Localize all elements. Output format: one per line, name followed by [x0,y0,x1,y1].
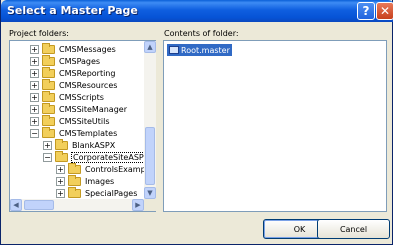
scroll-up-button[interactable]: ▲ [144,41,156,53]
folder-icon [42,126,55,138]
chevron-right-icon: ▶ [135,201,141,209]
tree-row[interactable]: + CMSScripts [30,90,105,103]
chevron-up-icon: ▲ [147,43,153,51]
tree-row[interactable]: + BlankASPX [43,138,116,151]
contents-of-folder-label: Contents of folder: [164,29,239,38]
folder-icon [42,90,55,102]
folder-icon [42,66,55,78]
tree-row-label: CMSScripts [59,92,104,102]
expand-icon[interactable]: + [56,176,65,186]
tree-row[interactable]: + CMSResources [30,78,118,91]
tree-row[interactable]: + CMSPages [30,54,101,67]
tree-row-label: BlankASPX [72,140,116,150]
tree-row-label: ControlsExamples [85,164,144,174]
scroll-right-button[interactable]: ▶ [132,199,144,211]
horizontal-scrollbar[interactable]: ◀ ▶ [10,199,144,211]
cancel-button[interactable]: Cancel [317,219,390,239]
tree-row-label: CMSMessages [59,44,116,54]
tree-row[interactable]: − CMSTemplates [30,126,118,139]
expand-icon[interactable]: + [30,92,39,102]
folder-icon [68,186,81,198]
folder-icon [42,102,55,114]
tree-row-label: CMSSiteUtils [59,116,110,126]
folder-icon [68,162,81,174]
tree-row-label: SpecialPages [85,188,138,198]
tree-row-label: CMSResources [59,80,118,90]
folder-icon [55,150,68,162]
expand-icon[interactable]: + [43,140,52,150]
tree-row-label: CMSPages [59,56,101,66]
collapse-icon[interactable]: − [43,152,52,162]
project-folders-label: Project folders: [9,29,69,38]
tree-row-label: CMSReporting [59,68,116,78]
folder-icon [68,174,81,186]
tree-row-label: CMSSiteManager [59,104,127,114]
folder-icon [42,78,55,90]
folder-contents-list[interactable]: Root.master [163,40,387,212]
vertical-scroll-thumb[interactable] [145,127,155,185]
file-item-label: Root.master [181,45,230,55]
expand-icon[interactable]: + [30,44,39,54]
tree-row[interactable]: + CMSReporting [30,66,116,79]
close-button[interactable]: ✕ [376,2,393,20]
vertical-scrollbar[interactable]: ▲ ▼ [144,41,156,199]
tree-row[interactable]: + CMSSiteUtils [30,114,111,127]
expand-icon[interactable]: + [30,56,39,66]
tree-row[interactable]: + CMSSiteManager [30,102,128,115]
master-file-icon [169,46,179,54]
close-icon: ✕ [379,4,391,18]
folder-icon [55,138,68,150]
tree-row[interactable]: − CorporateSiteASPX [43,150,144,163]
title-bar[interactable]: Select a Master Page ? ✕ [1,0,393,22]
folder-icon [42,54,55,66]
tree-row-label: CMSTemplates [59,128,118,138]
tree-row[interactable]: + CMSMessages [30,42,117,55]
chevron-down-icon: ▼ [147,189,153,197]
dialog-window: Select a Master Page ? ✕ Project folders… [0,0,393,245]
folder-icon [42,114,55,126]
expand-icon[interactable]: + [30,68,39,78]
file-item-root-master[interactable]: Root.master [167,44,232,56]
help-button[interactable]: ? [357,2,375,20]
window-title: Select a Master Page [7,4,138,17]
tree-row[interactable]: + SpecialPages [56,186,138,199]
expand-icon[interactable]: + [56,164,65,174]
expand-icon[interactable]: + [30,116,39,126]
tree-viewport: + CMSMessages + CMSPages + CMSReporting + CMSRe… [10,41,144,199]
expand-icon[interactable]: + [30,104,39,114]
scrollbar-corner [144,199,156,211]
folder-icon [42,42,55,54]
tree-row[interactable]: + Images [56,174,115,187]
tree-row[interactable]: + ControlsExamples [56,162,144,175]
tree-row-label: Images [85,176,115,186]
horizontal-scroll-thumb[interactable] [24,200,54,210]
scroll-down-button[interactable]: ▼ [144,187,156,199]
help-icon: ? [362,4,370,18]
project-folders-tree[interactable]: + CMSMessages + CMSPages + CMSReporting + CMSRe… [9,40,156,212]
scroll-left-button[interactable]: ◀ [10,199,22,211]
collapse-icon[interactable]: − [30,128,39,138]
expand-icon[interactable]: + [56,188,65,198]
expand-icon[interactable]: + [30,80,39,90]
chevron-left-icon: ◀ [13,201,19,209]
tree-row-label: CorporateSiteASPX [71,151,144,163]
